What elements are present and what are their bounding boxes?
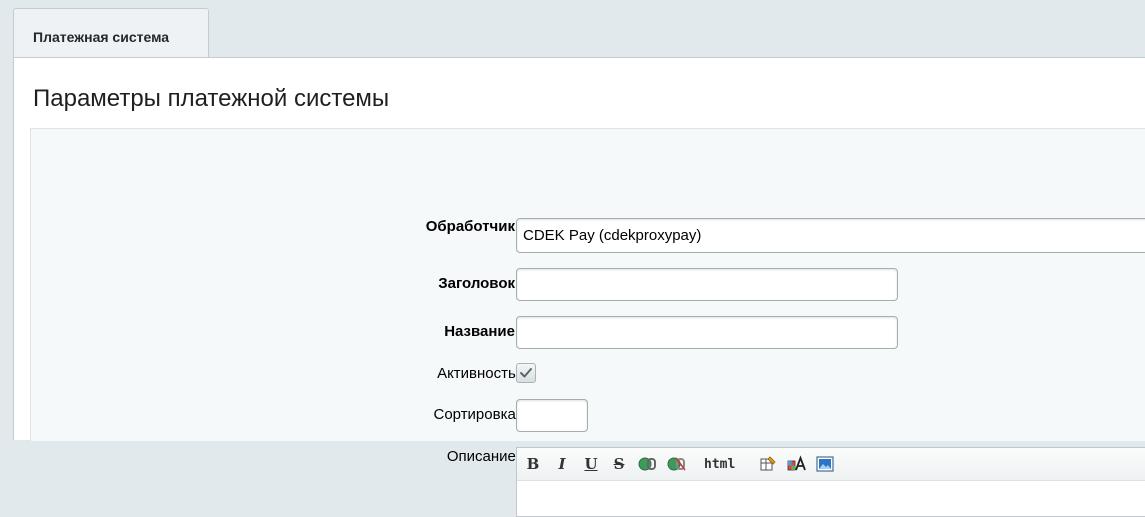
active-label: Активность: (437, 365, 520, 382)
remove-link-button[interactable] (667, 454, 687, 474)
checkmark-icon (520, 368, 532, 378)
html-label: html (704, 456, 736, 472)
active-checkbox[interactable] (516, 363, 536, 383)
strike-label: S (613, 455, 625, 473)
settings-panel: Параметры платежной системы Обработчик: … (13, 57, 1145, 517)
insert-link-button[interactable] (638, 454, 658, 474)
description-editor[interactable]: B I U S html (516, 447, 1145, 517)
table-button[interactable] (759, 454, 777, 474)
underline-button[interactable]: U (583, 454, 599, 474)
underline-label: U (584, 455, 598, 473)
font-color-icon (787, 455, 806, 471)
sort-input[interactable] (516, 399, 588, 432)
header-input[interactable] (516, 268, 898, 301)
sort-label: Сортировка: (433, 406, 521, 423)
handler-value: CDEK Pay (cdekproxypay) (523, 227, 702, 244)
bold-label: B (526, 455, 540, 473)
image-icon (816, 456, 834, 472)
handler-label: Обработчик: (425, 218, 520, 235)
header-label: Заголовок: (438, 275, 520, 292)
italic-button[interactable]: I (554, 454, 570, 474)
link-icon (638, 457, 656, 471)
description-label: Описание: (446, 448, 520, 465)
bold-button[interactable]: B (525, 454, 541, 474)
form-area: Обработчик: CDEK Pay (cdekproxypay) Заго… (30, 128, 1145, 517)
font-color-button[interactable] (787, 454, 807, 474)
handler-select[interactable]: CDEK Pay (cdekproxypay) (516, 218, 1145, 253)
tab-payment-system[interactable]: Платежная система (13, 8, 209, 58)
editor-toolbar: B I U S html (517, 448, 1145, 481)
italic-label: I (558, 455, 566, 473)
tab-label: Платежная система (33, 29, 170, 45)
insert-image-button[interactable] (816, 454, 834, 474)
strikethrough-button[interactable]: S (611, 454, 627, 474)
page-title: Параметры платежной системы (33, 85, 390, 112)
name-input[interactable] (516, 316, 898, 349)
name-label: Название: (444, 323, 520, 340)
table-icon (760, 456, 776, 471)
unlink-icon (667, 457, 686, 471)
html-button[interactable]: html (704, 454, 735, 474)
